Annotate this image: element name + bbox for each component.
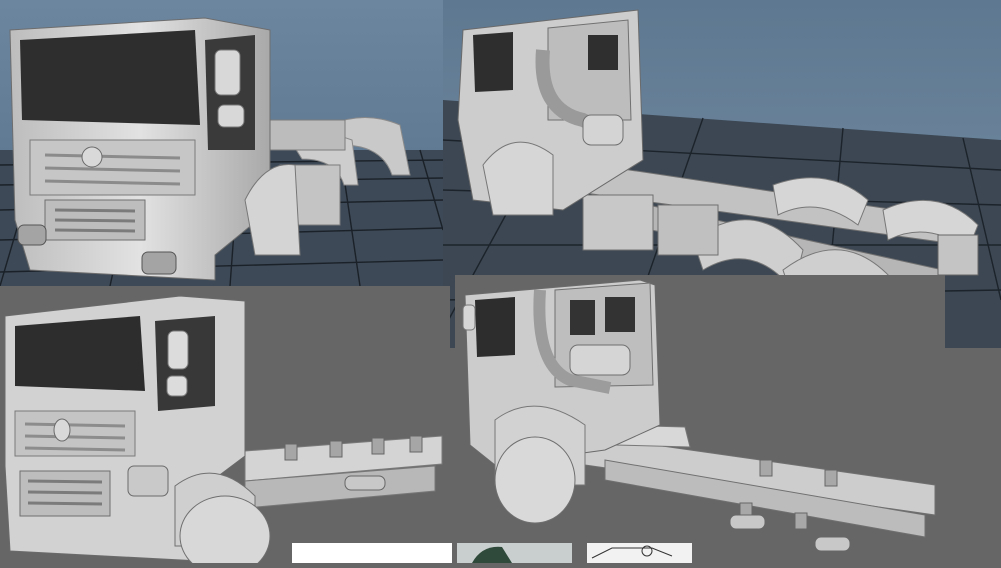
reference-thumbnails — [292, 543, 692, 563]
reference-images-strip — [292, 543, 692, 563]
render-tractor-front-view — [0, 0, 443, 286]
viewport-tractor-front — [0, 0, 443, 286]
render-rigid-rear-view — [455, 275, 945, 563]
viewport-rigid-rear — [455, 275, 945, 563]
viewport-rigid-front — [0, 286, 450, 563]
render-rigid-front-view — [0, 286, 450, 563]
